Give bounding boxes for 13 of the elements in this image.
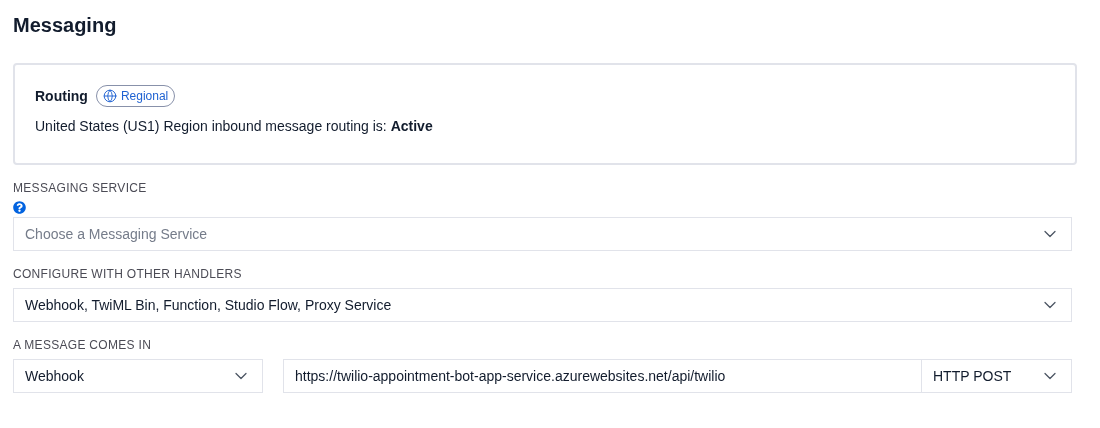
help-icon[interactable] [13,201,26,214]
messaging-service-select[interactable]: Choose a Messaging Service [13,217,1072,251]
card-title: Routing [35,86,88,106]
field-label: MESSAGING SERVICE [13,180,148,197]
handler-type-select[interactable]: Webhook, TwiML Bin, Function, Studio Flow, Proxy Service [13,288,1072,322]
field-label: CONFIGURE WITH OTHER HANDLERS [13,266,243,283]
url-input[interactable]: https://twilio-appointment-bot-app-service.azurewebsites.net/api/twilio [283,359,922,393]
field-label: A MESSAGE COMES IN [13,337,153,354]
handler-select[interactable]: Webhook [13,359,263,393]
http-method-select[interactable]: HTTP POST [922,359,1072,393]
globe-icon [102,89,117,103]
routing-status: United States (US1) Region inbound message routing is: Active [35,117,433,136]
page-title: Messaging [13,13,117,38]
